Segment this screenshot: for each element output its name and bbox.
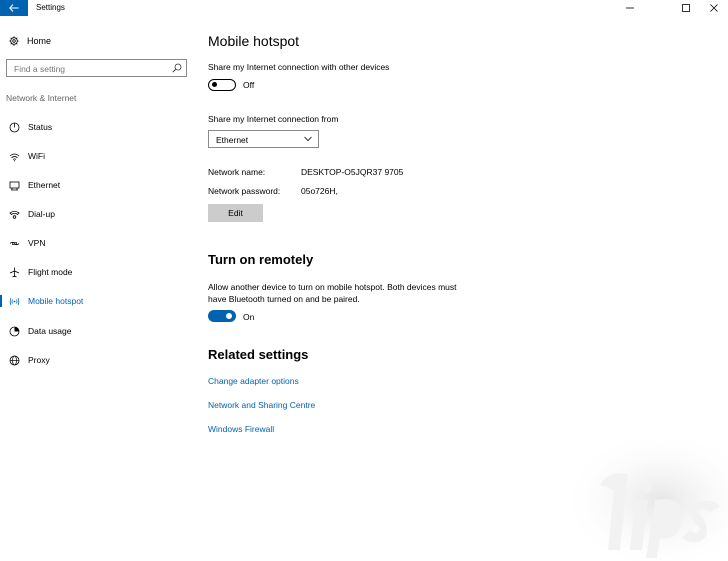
- windows-firewall-link[interactable]: Windows Firewall: [208, 424, 274, 434]
- sidebar-item-label: Ethernet: [28, 180, 61, 190]
- sidebar-item-mobile-hotspot[interactable]: Mobile hotspot: [0, 290, 195, 312]
- remote-toggle-state: On: [243, 312, 255, 322]
- toggle-knob: [212, 82, 217, 87]
- related-title: Related settings: [208, 347, 309, 362]
- page-title: Mobile hotspot: [208, 33, 300, 49]
- search-icon[interactable]: [172, 63, 182, 73]
- share-from-label: Share my Internet connection from: [208, 114, 339, 124]
- app-title: Settings: [36, 3, 65, 12]
- sidebar-item-label: Dial-up: [28, 209, 55, 219]
- back-arrow-icon: [9, 4, 19, 12]
- network-password-key: Network password:: [208, 186, 281, 196]
- sidebar-item-ethernet[interactable]: Ethernet: [0, 174, 195, 196]
- sidebar-item-vpn[interactable]: VPN: [0, 232, 195, 254]
- sidebar-item-label: Status: [28, 122, 53, 132]
- sidebar-item-data-usage[interactable]: Data usage: [0, 320, 195, 342]
- chevron-down-icon: [304, 136, 312, 142]
- sidebar-item-label: Proxy: [28, 355, 50, 365]
- share-from-dropdown[interactable]: Ethernet: [208, 130, 319, 148]
- network-name-key: Network name:: [208, 167, 266, 177]
- network-name-value: DESKTOP-O5JQR37 9705: [301, 167, 404, 177]
- home-label: Home: [27, 36, 52, 46]
- sidebar-item-label: VPN: [28, 238, 46, 248]
- share-label: Share my Internet connection with other …: [208, 62, 390, 72]
- ethernet-icon: [8, 179, 20, 191]
- change-adapter-link[interactable]: Change adapter options: [208, 376, 299, 386]
- gear-icon: [9, 36, 19, 46]
- wifi-icon: [8, 150, 20, 162]
- hotspot-icon: [8, 295, 20, 307]
- group-label: Network & Internet: [6, 93, 77, 103]
- sidebar-item-wifi[interactable]: WiFi: [0, 145, 195, 167]
- network-sharing-link[interactable]: Network and Sharing Centre: [208, 400, 315, 410]
- toggle-knob: [226, 313, 232, 319]
- home-nav[interactable]: Home: [9, 34, 51, 48]
- back-button[interactable]: [0, 0, 28, 16]
- sidebar-item-label: Mobile hotspot: [28, 296, 84, 306]
- search-placeholder: Find a setting: [14, 64, 66, 74]
- vpn-icon: [8, 237, 20, 249]
- sidebar-item-dialup[interactable]: Dial-up: [0, 203, 195, 225]
- sidebar-item-label: WiFi: [28, 151, 45, 161]
- sidebar-item-label: Flight mode: [28, 267, 73, 277]
- remote-toggle[interactable]: [208, 310, 236, 322]
- sidebar-item-status[interactable]: Status: [0, 116, 195, 138]
- sidebar-item-proxy[interactable]: Proxy: [0, 349, 195, 371]
- network-password-value: 05o726H,: [301, 186, 338, 196]
- search-input[interactable]: Find a setting: [6, 59, 187, 77]
- edit-button[interactable]: Edit: [208, 204, 263, 222]
- sidebar: Home Find a setting Network & Internet S…: [0, 16, 195, 561]
- airplane-icon: [8, 266, 20, 278]
- sidebar-item-label: Data usage: [28, 326, 72, 336]
- remote-title: Turn on remotely: [208, 252, 314, 267]
- globe-icon: [8, 354, 20, 366]
- watermark-logo: [560, 440, 728, 561]
- remote-description: Allow another device to turn on mobile h…: [208, 282, 457, 304]
- status-icon: [8, 121, 20, 133]
- dialup-icon: [8, 208, 20, 220]
- share-toggle-state: Off: [243, 80, 255, 90]
- data-usage-icon: [8, 325, 20, 337]
- share-from-value: Ethernet: [216, 135, 249, 145]
- share-toggle[interactable]: [208, 79, 236, 91]
- sidebar-item-flight-mode[interactable]: Flight mode: [0, 261, 195, 283]
